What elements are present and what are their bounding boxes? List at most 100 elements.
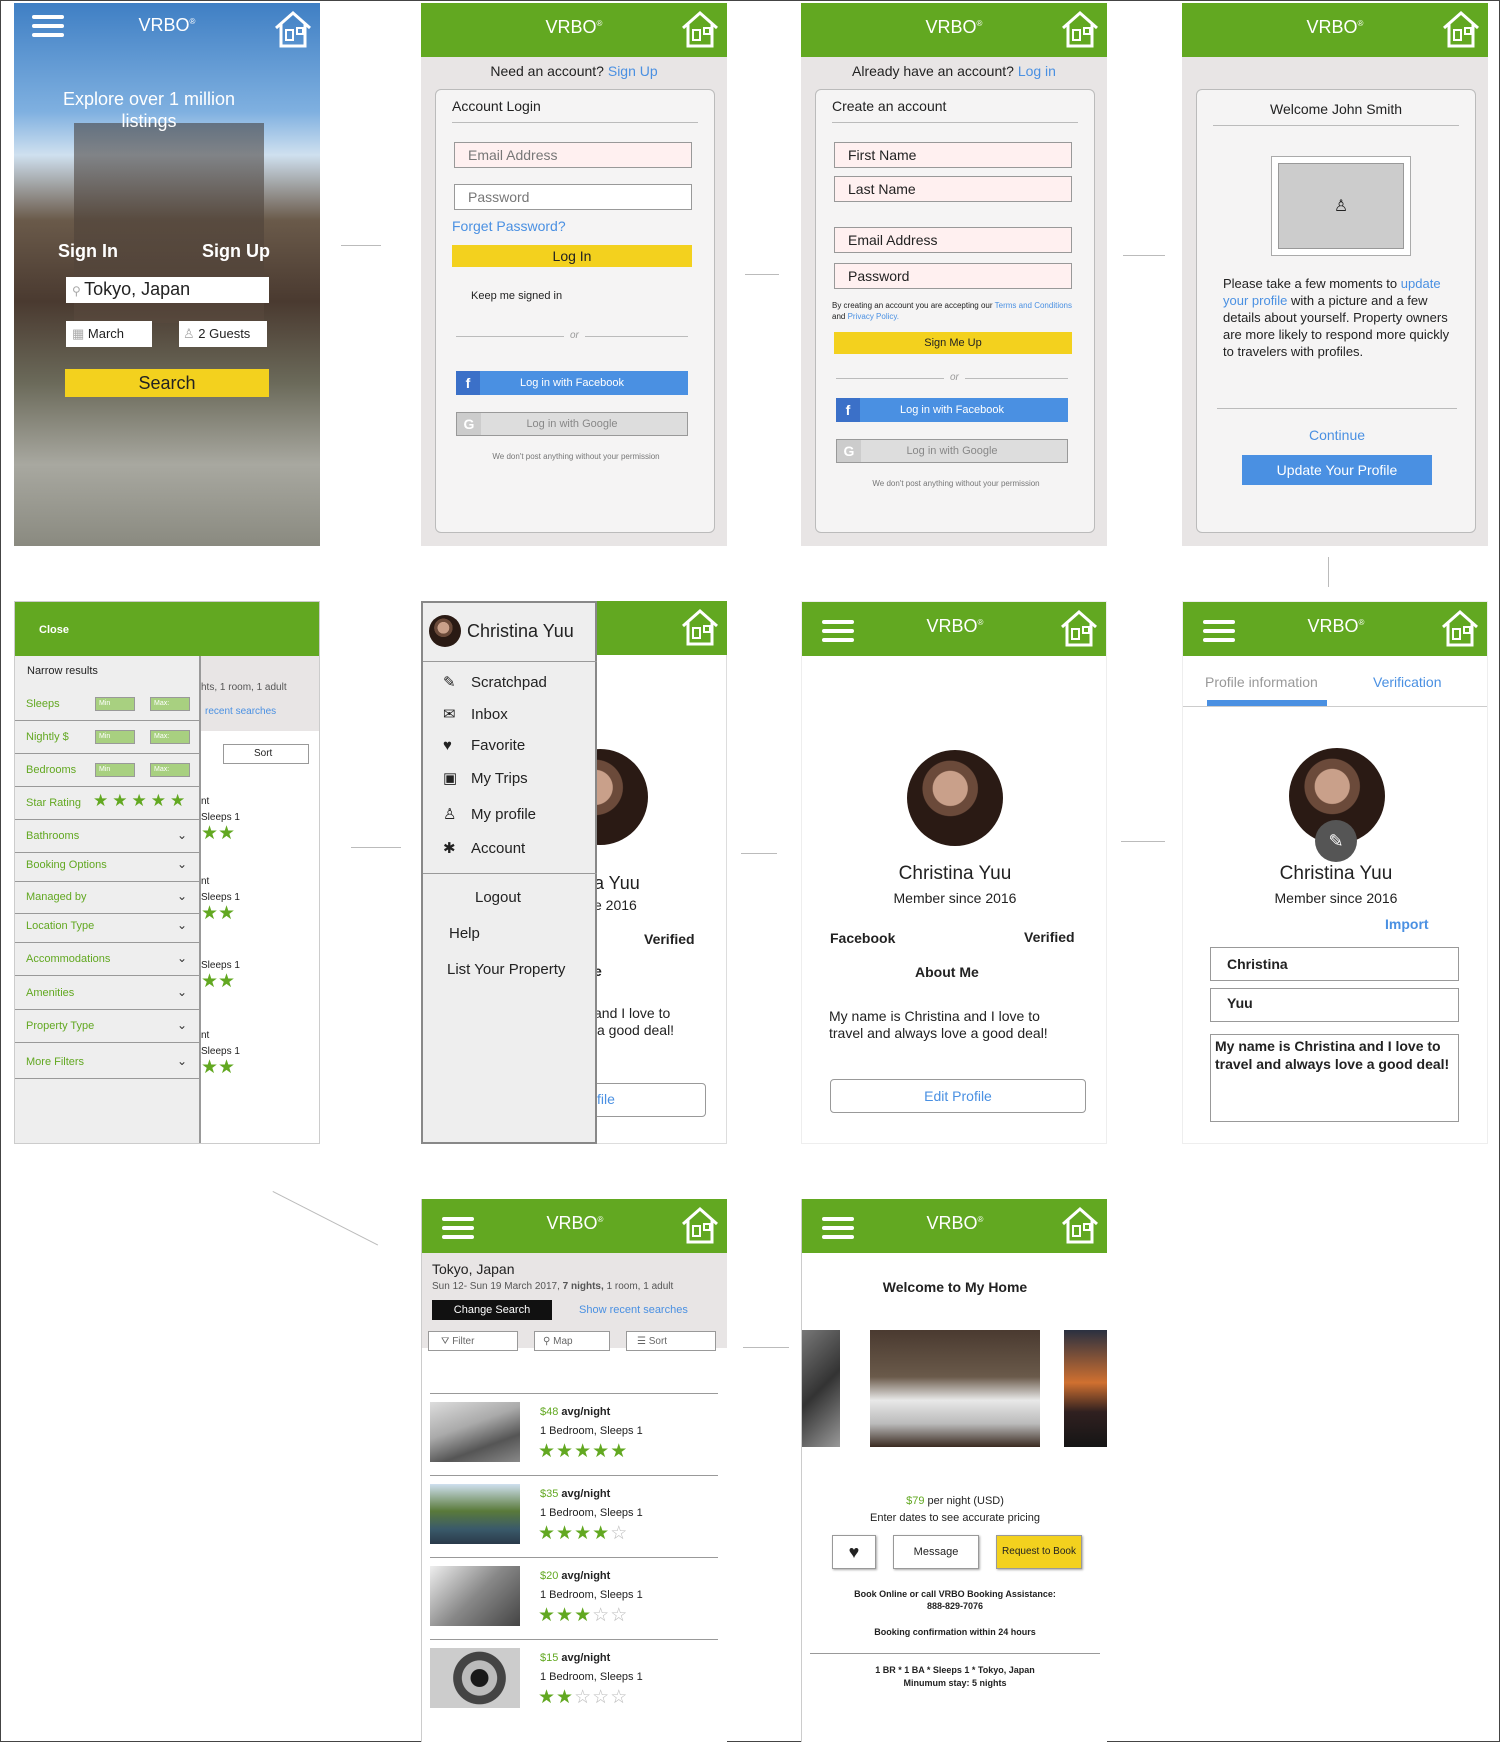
update-profile-button[interactable]: Update Your Profile: [1242, 455, 1432, 485]
star-rating: ★★★☆☆: [538, 1605, 629, 1626]
menu-item-inbox[interactable]: ✉ Inbox: [443, 705, 508, 723]
google-login-button[interactable]: G Log in with Google: [456, 412, 688, 436]
gallery-next-photo[interactable]: [1064, 1330, 1107, 1447]
tab-verification[interactable]: Verification: [1373, 674, 1441, 690]
menu-help[interactable]: Help: [449, 925, 480, 942]
flow-arrow: [743, 1347, 789, 1348]
filter-dropdown-row[interactable]: Accommodations ⌄: [15, 943, 201, 976]
message-button[interactable]: Message: [893, 1535, 979, 1569]
chevron-down-icon: ⌄: [176, 985, 187, 999]
flow-arrow: [1121, 841, 1165, 842]
listing-card[interactable]: $48 avg/night 1 Bedroom, Sleeps 1 ★★★★★: [430, 1393, 718, 1473]
heart-icon[interactable]: ♥: [832, 1535, 876, 1569]
filter-dropdown-row[interactable]: Property Type ⌄: [15, 1010, 201, 1043]
import-link[interactable]: Import: [1385, 916, 1429, 932]
listing-card[interactable]: $35 avg/night 1 Bedroom, Sleeps 1 ★★★★☆: [430, 1475, 718, 1555]
filter-star-rating[interactable]: Star Rating ★★★★★: [15, 787, 201, 820]
sort-button[interactable]: ☰ Sort: [626, 1331, 716, 1351]
forgot-password-link[interactable]: Forget Password?: [452, 218, 566, 234]
menu-item-my-profile[interactable]: ♙ My profile: [443, 805, 536, 823]
menu-item-favorite[interactable]: ♥ Favorite: [443, 737, 525, 754]
listing-photo[interactable]: [430, 1566, 520, 1626]
user-icon: ♙: [183, 326, 199, 341]
last-name-field[interactable]: Last Name: [834, 176, 1072, 202]
bio-field[interactable]: My name is Christina and I love to trave…: [1210, 1034, 1459, 1122]
listing-beds: 1 Bedroom, Sleeps 1: [540, 1507, 643, 1519]
house-icon: [275, 10, 311, 48]
listing-photo[interactable]: [430, 1402, 520, 1462]
filter-dropdown-row[interactable]: Booking Options ⌄: [15, 849, 201, 882]
terms-link[interactable]: Terms and Conditions: [995, 301, 1072, 310]
location-input[interactable]: ⚲ Tokyo, Japan: [66, 277, 269, 303]
filter-bedrooms[interactable]: Bedrooms Min Max:: [15, 754, 201, 787]
date-input[interactable]: ▦ March: [66, 321, 152, 347]
account-prompt: Need an account? Sign Up: [490, 63, 658, 79]
password-field[interactable]: Password: [454, 184, 692, 210]
gallery-prev-photo[interactable]: [802, 1330, 840, 1447]
filter-dropdown-row[interactable]: Location Type ⌄: [15, 910, 201, 943]
continue-link[interactable]: Continue: [1197, 427, 1477, 443]
signin-tab[interactable]: Sign In: [58, 241, 118, 262]
menu-logout[interactable]: Logout: [475, 889, 521, 906]
signup-card: Create an account First Name Last Name E…: [815, 89, 1095, 533]
login-button[interactable]: Log In: [452, 245, 692, 267]
results-screen: VRBO® Tokyo, Japan Sun 12- Sun 19 March …: [421, 1199, 727, 1742]
google-login-button[interactable]: G Log in with Google: [836, 439, 1068, 463]
facebook-icon: f: [836, 398, 860, 422]
filter-dropdown-row[interactable]: More Filters ⌄: [15, 1046, 201, 1079]
listing-photo[interactable]: [430, 1484, 520, 1544]
house-icon: [1062, 10, 1098, 48]
chevron-down-icon: ⌄: [176, 828, 187, 842]
menu-list-property[interactable]: List Your Property: [447, 961, 565, 978]
chevron-down-icon: ⌄: [176, 857, 187, 871]
listing-card[interactable]: $15 avg/night 1 Bedroom, Sleeps 1 ★★☆☆☆: [430, 1639, 718, 1719]
photo-upload[interactable]: ♙: [1271, 156, 1411, 256]
first-name-field[interactable]: First Name: [834, 142, 1072, 168]
first-name-field[interactable]: Christina: [1210, 947, 1459, 981]
listing-card[interactable]: $20 avg/night 1 Bedroom, Sleeps 1 ★★★☆☆: [430, 1557, 718, 1637]
filter-nightly[interactable]: Nightly $ Min Max:: [15, 721, 201, 754]
menu-item-scratchpad[interactable]: ✎ Scratchpad: [443, 673, 547, 691]
facebook-login-button[interactable]: f Log in with Facebook: [456, 371, 688, 395]
login-link[interactable]: Log in: [1018, 63, 1056, 79]
menu-item-account[interactable]: ✱ Account: [443, 839, 525, 857]
facebook-login-button[interactable]: f Log in with Facebook: [836, 398, 1068, 422]
password-field[interactable]: Password: [834, 263, 1072, 289]
guests-input[interactable]: ♙ 2 Guests: [179, 321, 267, 347]
recent-searches-link[interactable]: Show recent searches: [579, 1304, 688, 1316]
listing-photo[interactable]: [430, 1648, 520, 1708]
email-field[interactable]: Email Address: [454, 142, 692, 168]
profile-avatar: [907, 750, 1003, 846]
privacy-link[interactable]: Privacy Policy.: [848, 312, 899, 321]
last-name-field[interactable]: Yuu: [1210, 988, 1459, 1022]
search-dates: Sun 12- Sun 19 March 2017, 7 nights, 1 r…: [432, 1281, 674, 1292]
search-button[interactable]: Search: [65, 369, 269, 397]
map-button[interactable]: ⚲ Map: [534, 1331, 610, 1351]
suitcase-icon: ▣: [443, 770, 458, 787]
menu-user-name: Christina Yuu: [467, 621, 574, 641]
house-icon: [1442, 609, 1478, 647]
hero-tagline: Explore over 1 million listings: [62, 89, 236, 131]
filter-sleeps[interactable]: Sleeps Min Max:: [15, 688, 201, 721]
menu-item-my-trips[interactable]: ▣ My Trips: [443, 769, 528, 787]
request-book-button[interactable]: Request to Book: [996, 1535, 1082, 1569]
email-field[interactable]: Email Address: [834, 227, 1072, 253]
signup-button[interactable]: Sign Me Up: [834, 332, 1072, 354]
flow-arrow: [741, 853, 777, 854]
tab-profile-info[interactable]: Profile information: [1205, 674, 1318, 690]
filter-button[interactable]: ⛛ Filter: [428, 1331, 518, 1351]
filter-dropdown-row[interactable]: Amenities ⌄: [15, 977, 201, 1010]
change-search-button[interactable]: Change Search: [432, 1300, 552, 1320]
pencil-icon[interactable]: ✎: [1315, 820, 1357, 862]
welcome-text: Please take a few moments to update your…: [1223, 276, 1450, 359]
edit-profile-button[interactable]: Edit Profile: [830, 1079, 1086, 1113]
flow-arrow: [272, 1191, 379, 1246]
close-button[interactable]: Close: [39, 624, 69, 636]
mail-icon: ✉: [443, 706, 456, 723]
signup-link[interactable]: Sign Up: [608, 63, 658, 79]
property-screen: VRBO® Welcome to My Home $79 per night (…: [801, 1199, 1107, 1742]
listing-beds: 1 Bedroom, Sleeps 1: [540, 1589, 643, 1601]
keep-signed-checkbox[interactable]: Keep me signed in: [471, 290, 562, 302]
signup-tab[interactable]: Sign Up: [202, 241, 270, 262]
gallery-main-photo[interactable]: [870, 1330, 1040, 1447]
